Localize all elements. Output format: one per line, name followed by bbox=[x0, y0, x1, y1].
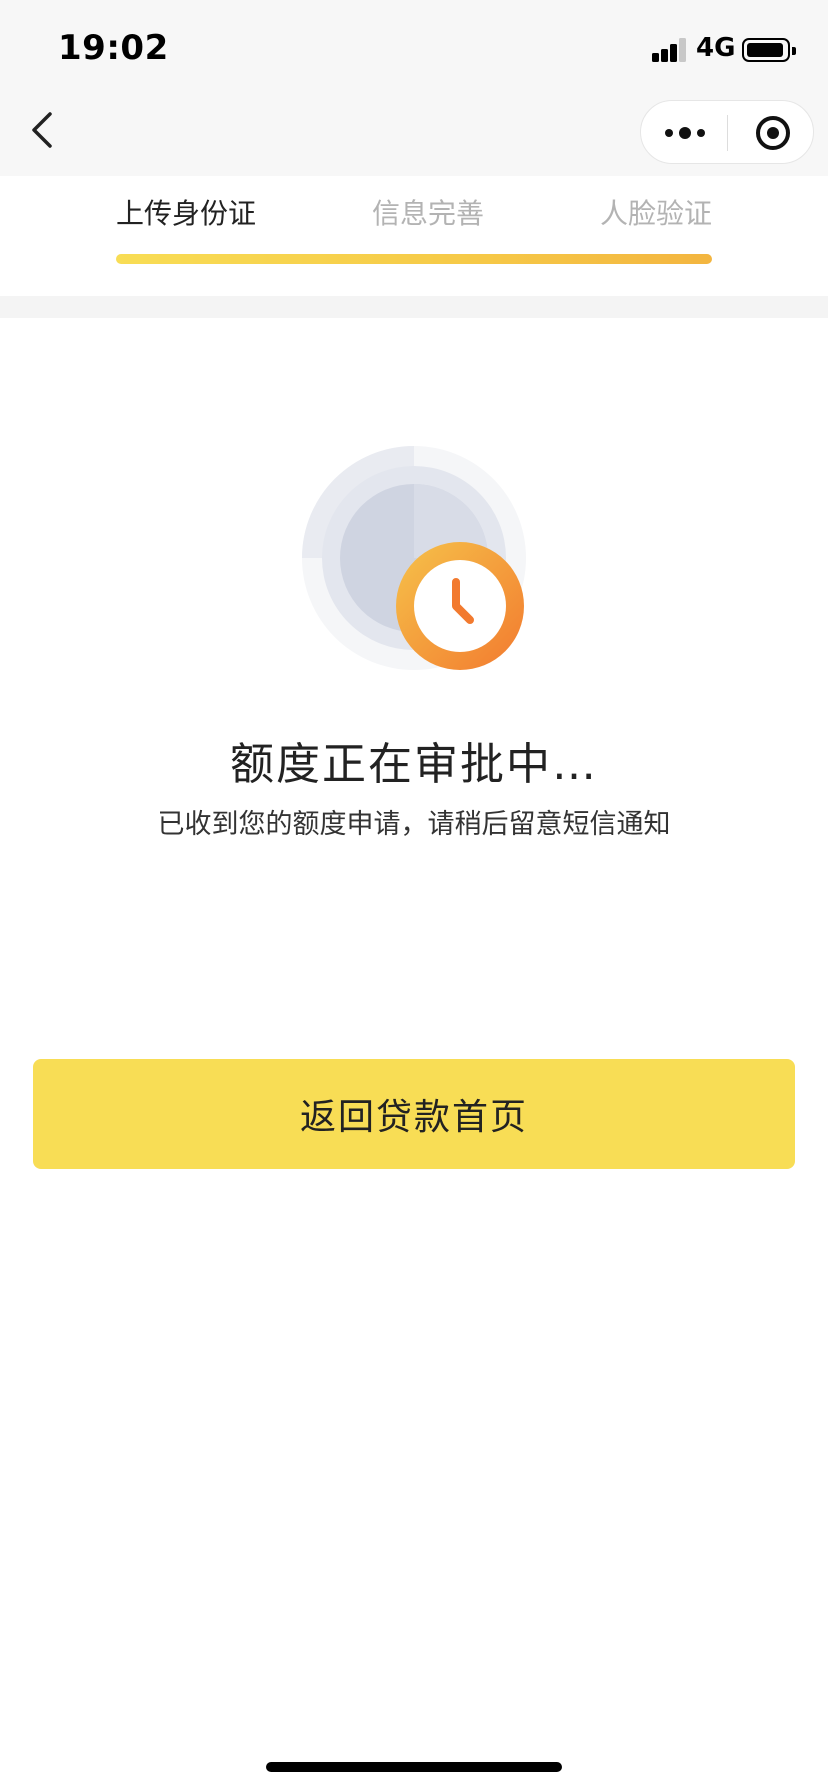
progress-steps: 上传身份证 信息完善 人脸验证 bbox=[0, 176, 828, 296]
more-dots-icon bbox=[665, 127, 705, 139]
steps-progress-bar bbox=[116, 254, 712, 264]
screen: 19:02 4G 上传身份证 信息完善 人脸验证 额度正在审批中… 已收到您的额… bbox=[0, 0, 828, 1792]
step-complete-info: 信息完善 bbox=[372, 197, 485, 230]
back-to-loan-home-button[interactable]: 返回贷款首页 bbox=[33, 1059, 795, 1169]
step-upload-id: 上传身份证 bbox=[116, 197, 257, 230]
battery-icon bbox=[742, 38, 796, 62]
network-type: 4G bbox=[696, 33, 736, 63]
target-circle-icon bbox=[756, 116, 790, 150]
step-face-verify: 人脸验证 bbox=[600, 197, 713, 230]
status-time: 19:02 bbox=[58, 28, 169, 68]
home-indicator[interactable] bbox=[266, 1762, 562, 1772]
section-gap bbox=[0, 296, 828, 318]
close-mini-program-button[interactable] bbox=[745, 107, 801, 159]
capsule-divider bbox=[727, 115, 728, 151]
signal-icon bbox=[652, 38, 688, 62]
status-title: 额度正在审批中… bbox=[230, 739, 598, 790]
back-button[interactable] bbox=[22, 106, 70, 154]
more-button[interactable] bbox=[657, 107, 713, 159]
clock-pending-icon bbox=[300, 444, 530, 674]
chevron-left-icon bbox=[32, 112, 52, 148]
mini-program-capsule bbox=[640, 100, 814, 164]
status-message: 已收到您的额度申请，请稍后留意短信通知 bbox=[157, 809, 671, 840]
top-bar: 19:02 4G bbox=[0, 0, 828, 176]
